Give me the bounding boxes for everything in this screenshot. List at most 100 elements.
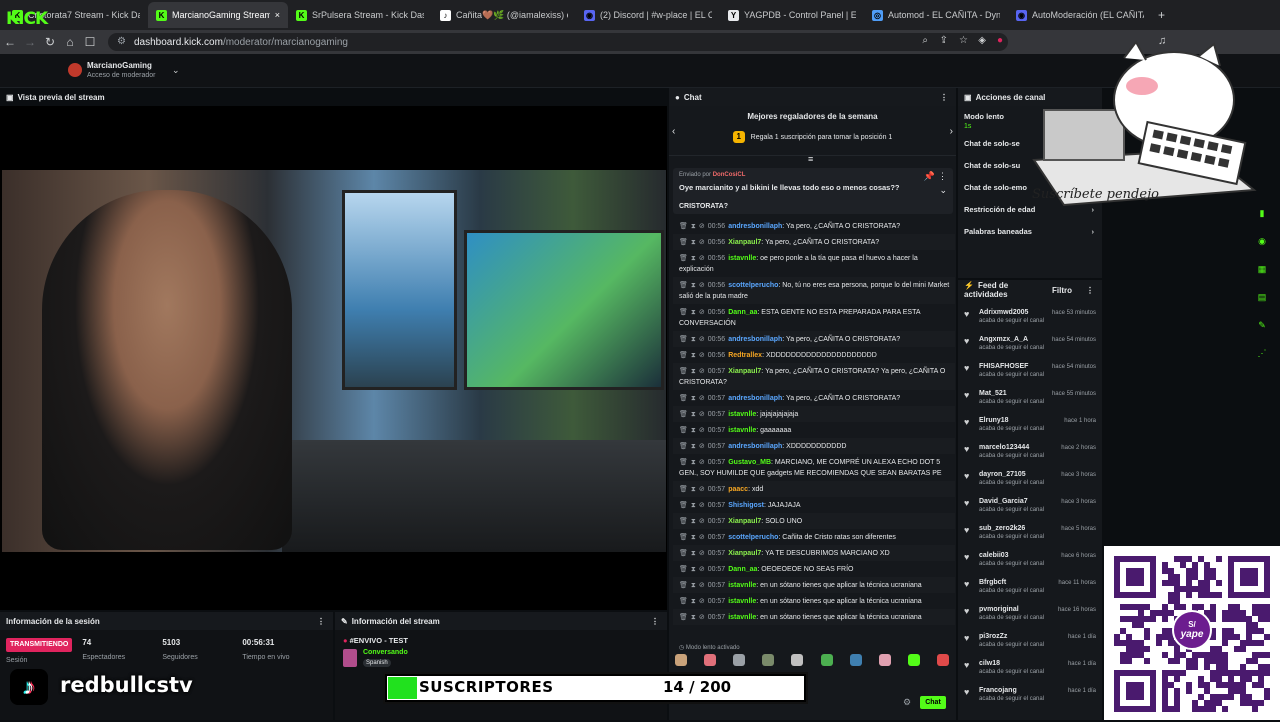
feed-item[interactable]: ♥ Francojang acaba de seguir el canal hace … xyxy=(958,682,1102,709)
chat-message[interactable]: 🗑 ⧗ ⊘ 00:57 Xianpaul7: Ya pero, ¿CAÑITA O CR… xyxy=(673,363,955,390)
delete-icon[interactable]: 🗑 xyxy=(679,459,688,466)
emote-icon[interactable] xyxy=(936,654,949,666)
browser-tab[interactable]: Y YAGPDB - Control Panel | EL C xyxy=(720,2,864,28)
timeout-icon[interactable]: ⧗ xyxy=(691,395,696,402)
message-user[interactable]: istavnlle xyxy=(728,427,756,434)
chat-message[interactable]: 🗑 ⧗ ⊘ 00:57 Gustavo_MB: MARCIANO, ME COMPRÉ … xyxy=(673,454,955,481)
feed-user[interactable]: marcelo123444 xyxy=(979,444,1044,451)
emote-icon[interactable] xyxy=(907,654,920,666)
feed-filter[interactable]: Filtro xyxy=(1052,286,1072,295)
feed-user[interactable]: dayron_27105 xyxy=(979,471,1044,478)
chat-message[interactable]: 🗑 ⧗ ⊘ 00:56 scottelperucho: No, tú no eres e… xyxy=(673,277,955,304)
more-icon[interactable]: ⋮ xyxy=(938,171,947,182)
emote-icon[interactable] xyxy=(762,654,775,666)
message-user[interactable]: andresbonillaph xyxy=(728,223,782,230)
forward-icon[interactable]: → xyxy=(20,35,40,49)
chat-message[interactable]: 🗑 ⧗ ⊘ 00:56 Redtrallex: XDDDDDDDDDDDDDDDDDDD… xyxy=(673,347,955,363)
feed-user[interactable]: Bfrgbcft xyxy=(979,579,1044,586)
stream-category[interactable]: Conversando xyxy=(363,649,408,656)
ban-icon[interactable]: ⊘ xyxy=(699,336,705,343)
message-user[interactable]: Redtrallex xyxy=(728,352,762,359)
feed-item[interactable]: ♥ calebii03 acaba de seguir el canal hace 6… xyxy=(958,547,1102,574)
delete-icon[interactable]: 🗑 xyxy=(679,309,688,316)
message-user[interactable]: scottelperucho xyxy=(728,282,778,289)
delete-icon[interactable]: 🗑 xyxy=(679,598,688,605)
message-user[interactable]: istavnlle xyxy=(728,614,756,621)
feed-user[interactable]: calebii03 xyxy=(979,552,1044,559)
stream-title[interactable]: #ENVIVO - TEST xyxy=(350,636,408,645)
chat-message[interactable]: 🗑 ⧗ ⊘ 00:57 Xianpaul7: YA TE DESCUBRIMOS MAR… xyxy=(673,545,955,561)
delete-icon[interactable]: 🗑 xyxy=(679,582,688,589)
timeout-icon[interactable]: ⧗ xyxy=(691,223,696,230)
star-icon[interactable]: ☆ xyxy=(959,35,968,46)
chevron-down-icon[interactable]: ⌄ xyxy=(939,185,947,196)
chat-message[interactable]: 🗑 ⧗ ⊘ 00:57 istavnlle: en un sótano tienes q… xyxy=(673,577,955,593)
feed-item[interactable]: ♥ David_Garcia7 acaba de seguir el canal ha… xyxy=(958,493,1102,520)
ban-icon[interactable]: ⊘ xyxy=(699,368,705,375)
more-icon[interactable]: ⋮ xyxy=(940,93,948,102)
send-chat-button[interactable]: Chat xyxy=(920,696,946,709)
feed-user[interactable]: cilw18 xyxy=(979,660,1044,667)
chat-message[interactable]: 🗑 ⧗ ⊘ 00:56 andresbonillaph: Ya pero, ¿CAÑIT… xyxy=(673,331,955,347)
timeout-icon[interactable]: ⧗ xyxy=(691,239,696,246)
timeout-icon[interactable]: ⧗ xyxy=(691,336,696,343)
layout-icon[interactable]: ▦ xyxy=(1254,261,1270,277)
timeout-icon[interactable]: ⧗ xyxy=(691,368,696,375)
feed-item[interactable]: ♥ sub_zero2k26 acaba de seguir el canal hac… xyxy=(958,520,1102,547)
timeout-icon[interactable]: ⧗ xyxy=(691,534,696,541)
message-user[interactable]: Xianpaul7 xyxy=(728,550,761,557)
message-user[interactable]: Xianpaul7 xyxy=(728,368,761,375)
back-icon[interactable]: ← xyxy=(0,35,20,49)
delete-icon[interactable]: 🗑 xyxy=(679,614,688,621)
feed-item[interactable]: ♥ cilw18 acaba de seguir el canal hace 1 dí… xyxy=(958,655,1102,682)
delete-icon[interactable]: 🗑 xyxy=(679,336,688,343)
timeout-icon[interactable]: ⧗ xyxy=(691,582,696,589)
delete-icon[interactable]: 🗑 xyxy=(679,395,688,402)
feed-item[interactable]: ♥ marcelo123444 acaba de seguir el canal ha… xyxy=(958,439,1102,466)
message-user[interactable]: Dann_aa xyxy=(728,309,757,316)
close-tab-icon[interactable]: × xyxy=(275,10,280,20)
home-icon[interactable]: ⌂ xyxy=(60,35,80,49)
feed-item[interactable]: ♥ dayron_27105 acaba de seguir el canal hac… xyxy=(958,466,1102,493)
ban-icon[interactable]: ⊘ xyxy=(699,352,705,359)
feed-user[interactable]: FHISAFHOSEF xyxy=(979,363,1044,370)
message-user[interactable]: Xianpaul7 xyxy=(728,239,761,246)
delete-icon[interactable]: 🗑 xyxy=(679,502,688,509)
feed-user[interactable]: Adrixmwd2005 xyxy=(979,309,1044,316)
delete-icon[interactable]: 🗑 xyxy=(679,352,688,359)
chat-message[interactable]: 🗑 ⧗ ⊘ 00:57 scottelperucho: Cañita de Cristo… xyxy=(673,529,955,545)
timeout-icon[interactable]: ⧗ xyxy=(691,309,696,316)
message-user[interactable]: paacc xyxy=(728,486,748,493)
emote-icon[interactable] xyxy=(878,654,891,666)
message-user[interactable]: Dann_aa xyxy=(728,566,757,573)
stream-video[interactable] xyxy=(2,170,666,552)
feed-user[interactable]: Angxmzx_A_A xyxy=(979,336,1044,343)
ban-icon[interactable]: ⊘ xyxy=(699,443,705,450)
ban-icon[interactable]: ⊘ xyxy=(699,502,705,509)
timeout-icon[interactable]: ⧗ xyxy=(691,427,696,434)
chat-message[interactable]: 🗑 ⧗ ⊘ 00:57 Dann_aa: OEOEOEOE NO SEAS FRÍO xyxy=(673,561,955,577)
ban-icon[interactable]: ⊘ xyxy=(699,518,705,525)
delete-icon[interactable]: 🗑 xyxy=(679,486,688,493)
timeout-icon[interactable]: ⧗ xyxy=(691,566,696,573)
zoom-icon[interactable]: ⌕ xyxy=(922,35,928,46)
chat-message[interactable]: 🗑 ⧗ ⊘ 00:57 Shishigost: JAJAJAJA xyxy=(673,497,955,513)
delete-icon[interactable]: 🗑 xyxy=(679,550,688,557)
emote-icon[interactable] xyxy=(675,654,687,666)
share-icon[interactable]: ⇪ xyxy=(940,35,948,46)
delete-icon[interactable]: 🗑 xyxy=(679,534,688,541)
more-icon[interactable]: ⋮ xyxy=(651,617,659,626)
timeout-icon[interactable]: ⧗ xyxy=(691,486,696,493)
feed-item[interactable]: ♥ Mat_521 acaba de seguir el canal hace 55 … xyxy=(958,385,1102,412)
pinned-by-user[interactable]: DonCosiCL xyxy=(713,172,746,178)
delete-icon[interactable]: 🗑 xyxy=(679,368,688,375)
ban-icon[interactable]: ⊘ xyxy=(699,614,705,621)
shield-icon[interactable]: ◈ xyxy=(978,35,986,46)
ban-icon[interactable]: ⊘ xyxy=(699,395,705,402)
delete-icon[interactable]: 🗑 xyxy=(679,239,688,246)
timeout-icon[interactable]: ⧗ xyxy=(691,459,696,466)
ban-icon[interactable]: ⊘ xyxy=(699,411,705,418)
message-user[interactable]: andresbonillaph xyxy=(728,443,782,450)
site-info-icon[interactable]: ⚙ xyxy=(117,36,126,47)
document-icon[interactable]: ▤ xyxy=(1254,289,1270,305)
